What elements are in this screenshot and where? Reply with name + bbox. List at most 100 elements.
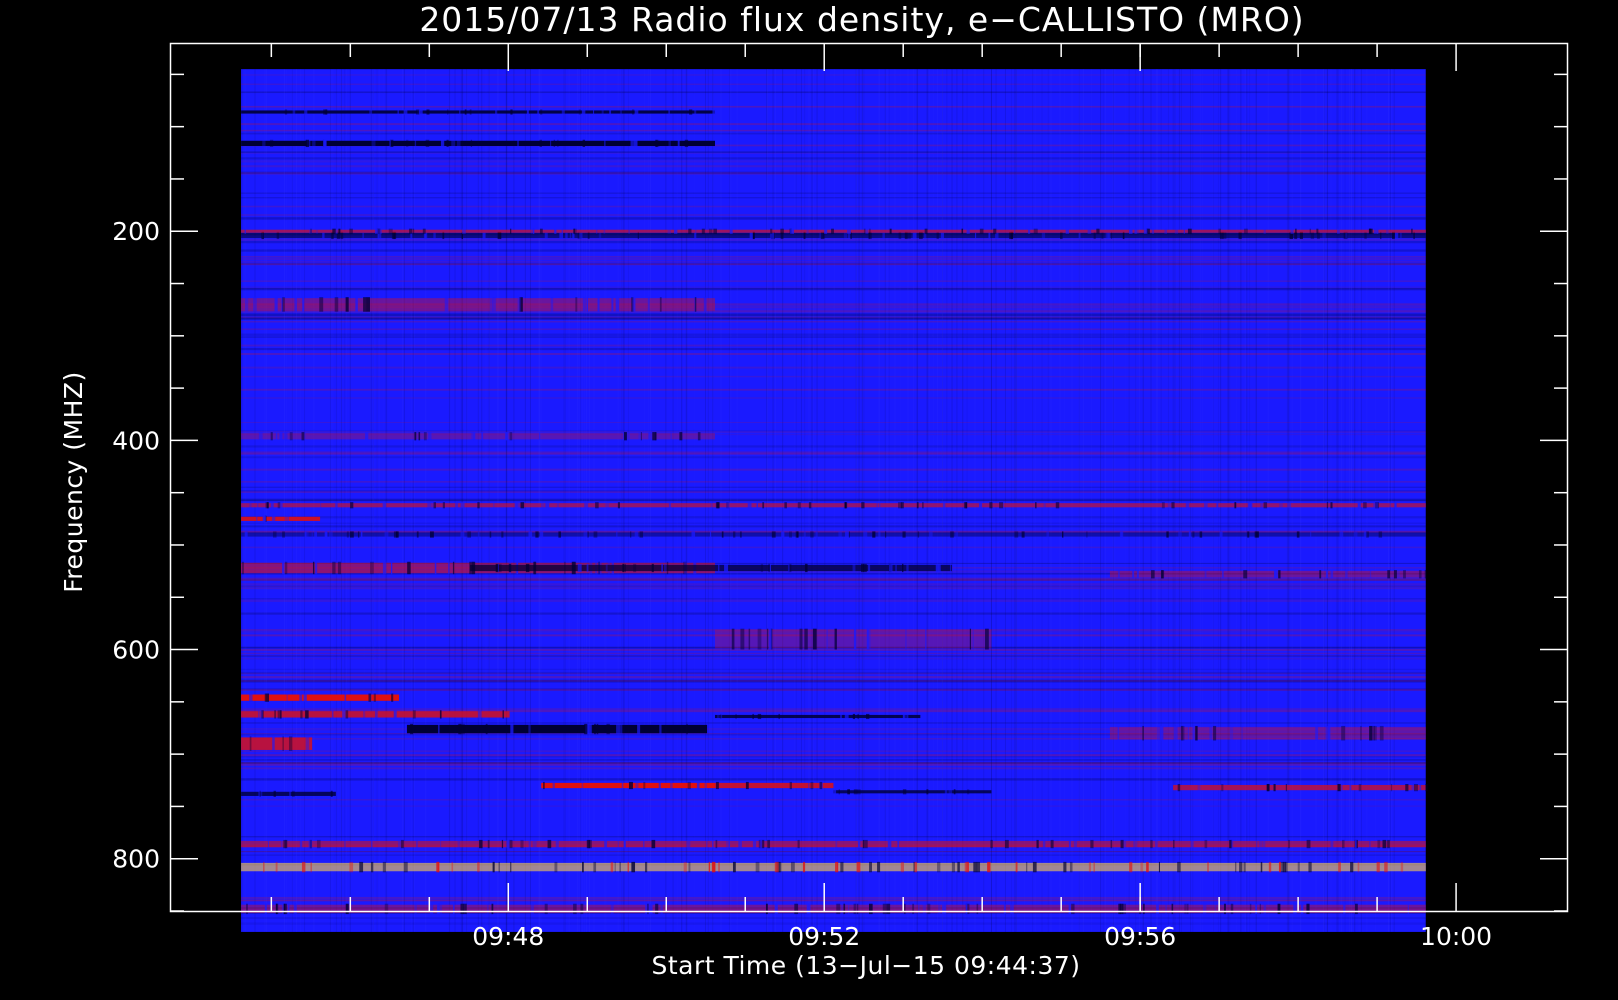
noise-column [681,69,683,932]
noise-column [1340,69,1342,932]
band-speckle [425,139,430,148]
band-speckle [1060,231,1063,240]
band-speckle [310,861,312,873]
noise-column [338,69,340,932]
band-speckle [689,109,693,115]
band-speckle [1146,861,1149,873]
band-speckle [1214,903,1216,915]
band-speckle [257,710,260,719]
band-speckle [371,139,376,148]
band-speckle [586,563,589,573]
band-speckle [292,109,296,115]
noise-line [241,680,1426,682]
noise-column [265,69,267,932]
band-speckle [898,231,902,240]
band-speckle [1110,839,1113,849]
band-speckle [697,432,701,441]
band-speckle [1150,839,1153,849]
noise-column [720,69,722,932]
noise-line [241,132,1426,135]
band-speckle [852,563,856,573]
band-speckle [460,903,465,915]
band-speckle [838,789,840,795]
band-speckle [747,502,752,509]
noise-line [241,516,1426,519]
band-speckle [1418,570,1422,579]
noise-column [649,69,651,932]
band-speckle [976,903,979,915]
noise-column [593,69,595,932]
y-tick-label: 400 [112,426,160,455]
band-speckle [473,432,476,441]
noise-line [241,722,1426,724]
band-speckle [526,109,529,115]
band-speckle [289,432,293,441]
band-speckle [810,531,814,538]
band-speckle [712,109,716,115]
band-speckle [1239,861,1243,873]
band-speckle [659,723,662,735]
noise-line [241,708,1426,710]
band-speckle [916,502,919,509]
band-speckle [655,139,658,148]
noise-column [1015,69,1017,932]
band-speckle [1134,228,1137,234]
band-speckle [688,228,692,234]
band-speckle [465,903,467,915]
band-speckle [305,710,309,719]
band-speckle [1249,502,1253,509]
band-speckle [517,297,521,312]
band-speckle [865,228,869,234]
noise-line [241,91,1426,94]
band-speckle [330,790,333,797]
band-speckle [382,561,387,575]
band-speckle [587,231,590,240]
band-speckle [740,628,745,650]
noise-column [1287,69,1289,932]
band-speckle [1151,228,1155,234]
band-speckle [277,502,281,509]
noise-line [241,767,1426,770]
noise-line [241,754,1426,757]
band-speckle [900,502,904,509]
noise-column [858,69,860,932]
band-speckle [1316,228,1319,234]
noise-column [461,69,463,932]
noise-column [728,69,730,932]
band-speckle [1285,861,1288,873]
noise-column [1326,69,1328,932]
noise-column [386,69,388,932]
noise-column [403,69,405,932]
band-speckle [1373,725,1375,741]
band-speckle [748,628,751,650]
band-speckle [756,502,758,509]
band-speckle [979,502,983,509]
band-speckle [532,839,537,849]
noise-column [1010,69,1012,932]
band-speckle [389,139,391,148]
band-speckle [806,903,811,915]
band-speckle [735,713,737,720]
band-speckle [1288,839,1291,849]
noise-line [241,218,1426,221]
band-speckle [760,563,764,573]
noise-line [241,157,1426,160]
band-speckle [1310,531,1312,538]
noise-column [1388,69,1390,932]
band-speckle [987,861,991,873]
noise-column [1240,69,1242,932]
noise-column [481,69,483,932]
noise-column [498,69,500,932]
band-speckle [1315,725,1319,741]
band-speckle [704,781,707,790]
band-speckle [1155,839,1158,849]
band-speckle [606,723,610,735]
band-speckle [674,228,678,234]
band-speckle [668,109,670,115]
band-speckle [301,432,305,441]
band-dark [241,140,715,147]
band-speckle [834,628,837,650]
band-speckle [949,563,952,573]
band-speckle [633,139,638,148]
band-speckle [477,531,480,538]
